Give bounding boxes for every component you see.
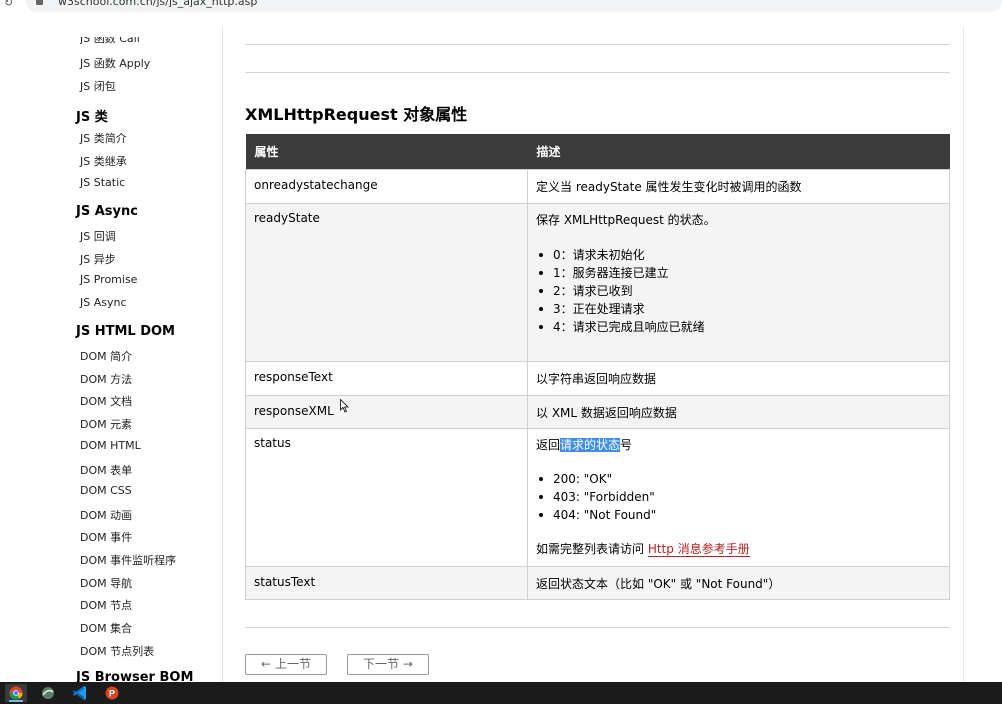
sidebar-item[interactable]: DOM 元素 <box>80 416 132 432</box>
sidebar-item[interactable]: JS Async <box>80 296 127 309</box>
sidebar-heading: JS Async <box>76 204 138 219</box>
header-property: 属性 <box>245 134 528 169</box>
table-row: responseText 以字符串返回响应数据 <box>245 360 950 396</box>
cell-property: statusText <box>245 565 528 600</box>
sidebar-item[interactable]: DOM 方法 <box>80 371 132 387</box>
sidebar-item[interactable]: DOM 集合 <box>80 620 132 636</box>
cell-description: 定义当 readyState 属性发生变化时被调用的函数 <box>527 168 950 204</box>
cell-property: responseText <box>245 360 528 396</box>
bottom-divider <box>245 627 950 628</box>
header-description: 描述 <box>527 134 950 169</box>
lock-icon <box>36 0 43 5</box>
sidebar: JS 函数 Call JS 函数 Apply JS 闭包 JS 类 JS 类简介 JS … <box>67 27 223 682</box>
sidebar-item[interactable]: JS Static <box>80 176 125 189</box>
next-section-button[interactable]: 下一节 → <box>347 654 429 675</box>
vscode-icon[interactable] <box>69 684 91 702</box>
sidebar-item[interactable]: JS 函数 Apply <box>80 55 150 71</box>
status-desc-after: 号 <box>620 437 633 452</box>
table-row: status 返回请求的状态号 200: "OK" 403: "Forbidde… <box>245 427 950 567</box>
chrome-icon[interactable] <box>5 684 27 702</box>
sidebar-item[interactable]: DOM CSS <box>80 484 132 497</box>
http-reference-link[interactable]: Http 消息参考手册 <box>647 541 750 557</box>
status-desc-before: 返回 <box>536 437 561 452</box>
cell-description: 以字符串返回响应数据 <box>527 360 950 396</box>
app-icon[interactable] <box>37 684 59 702</box>
sidebar-item[interactable]: DOM HTML <box>80 439 141 452</box>
cell-description: 返回请求的状态号 200: "OK" 403: "Forbidden" 404:… <box>527 427 950 567</box>
sidebar-item[interactable]: JS 类继承 <box>80 153 127 169</box>
url-text[interactable]: w3school.com.cn/js/js_ajax_http.asp <box>58 0 257 8</box>
active-indicator <box>9 700 23 702</box>
top-divider-1 <box>245 44 950 45</box>
status-values: 200: "OK" 403: "Forbidden" 404: "Not Fou… <box>536 470 941 524</box>
readystate-desc: 保存 XMLHttpRequest 的状态。 <box>536 212 716 227</box>
sidebar-item[interactable]: DOM 导航 <box>80 575 132 591</box>
svg-text:P: P <box>109 689 115 699</box>
table-row: responseXML 以 XML 数据返回响应数据 <box>245 394 950 429</box>
cell-property: responseXML <box>245 394 528 429</box>
cell-description: 以 XML 数据返回响应数据 <box>527 394 950 429</box>
arrow-left-icon: ← <box>261 657 272 671</box>
cell-property: status <box>245 427 528 567</box>
top-divider-2 <box>245 72 950 73</box>
sidebar-item[interactable]: JS Promise <box>80 273 137 286</box>
sidebar-item[interactable]: DOM 事件 <box>80 529 132 545</box>
next-label: 下一节 <box>363 657 400 671</box>
sidebar-heading: JS 类 <box>76 110 108 125</box>
section-title: XMLHttpRequest 对象属性 <box>245 105 468 124</box>
table-row: onreadystatechange 定义当 readyState 属性发生变化… <box>245 168 950 204</box>
sidebar-item[interactable]: DOM 表单 <box>80 462 132 478</box>
list-item: 2：请求已收到 <box>536 282 941 300</box>
sidebar-item[interactable]: DOM 动画 <box>80 507 132 523</box>
list-item: 4：请求已完成且响应已就绪 <box>536 318 941 336</box>
sidebar-heading: JS HTML DOM <box>76 324 175 339</box>
cell-property: onreadystatechange <box>245 168 528 204</box>
readystate-values: 0：请求未初始化 1：服务器连接已建立 2：请求已收到 3：正在处理请求 4：请… <box>536 246 941 336</box>
list-item: 3：正在处理请求 <box>536 300 941 318</box>
sidebar-item[interactable]: DOM 节点列表 <box>80 643 154 659</box>
cell-description: 保存 XMLHttpRequest 的状态。 0：请求未初始化 1：服务器连接已… <box>527 202 950 362</box>
sidebar-item[interactable]: DOM 事件监听程序 <box>80 552 176 568</box>
cell-property: readyState <box>245 202 528 362</box>
list-item: 403: "Forbidden" <box>536 488 941 506</box>
cell-description: 返回状态文本（比如 "OK" 或 "Not Found"） <box>527 565 950 600</box>
table-header-row: 属性 描述 <box>245 134 950 169</box>
properties-table: 属性 描述 onreadystatechange 定义当 readyState … <box>245 134 950 600</box>
prev-label: 上一节 <box>274 657 311 671</box>
browser-address-bar: ↻ w3school.com.cn/js/js_ajax_http.asp <box>0 0 1002 12</box>
sidebar-item[interactable]: DOM 文档 <box>80 393 132 409</box>
status-note-prefix: 如需完整列表请访问 <box>536 541 648 556</box>
selected-text[interactable]: 请求的状态 <box>560 437 621 452</box>
list-item: 0：请求未初始化 <box>536 246 941 264</box>
status-note: 如需完整列表请访问 Http 消息参考手册 <box>536 540 941 558</box>
sidebar-heading: JS Browser BOM <box>76 670 194 682</box>
reload-icon[interactable]: ↻ <box>4 0 13 9</box>
arrow-right-icon: → <box>402 657 413 671</box>
list-item: 1：服务器连接已建立 <box>536 264 941 282</box>
sidebar-item[interactable]: DOM 节点 <box>80 597 132 613</box>
prev-section-button[interactable]: ← 上一节 <box>245 654 327 675</box>
status-desc: 返回请求的状态号 <box>536 436 941 454</box>
sidebar-item-partial[interactable]: JS 函数 Call <box>80 37 140 46</box>
taskbar: P <box>0 682 1002 704</box>
list-item: 404: "Not Found" <box>536 506 941 524</box>
sidebar-item[interactable]: JS 闭包 <box>80 78 116 94</box>
table-row: readyState 保存 XMLHttpRequest 的状态。 0：请求未初… <box>245 202 950 362</box>
sidebar-item[interactable]: JS 回调 <box>80 228 116 244</box>
sidebar-item[interactable]: JS 类简介 <box>80 130 127 146</box>
list-item: 200: "OK" <box>536 470 941 488</box>
sidebar-item[interactable]: DOM 简介 <box>80 348 132 364</box>
sidebar-item[interactable]: JS 异步 <box>80 251 116 267</box>
mouse-cursor-icon <box>340 399 349 413</box>
table-row: statusText 返回状态文本（比如 "OK" 或 "Not Found"） <box>245 565 950 600</box>
powerpoint-icon[interactable]: P <box>101 684 123 702</box>
